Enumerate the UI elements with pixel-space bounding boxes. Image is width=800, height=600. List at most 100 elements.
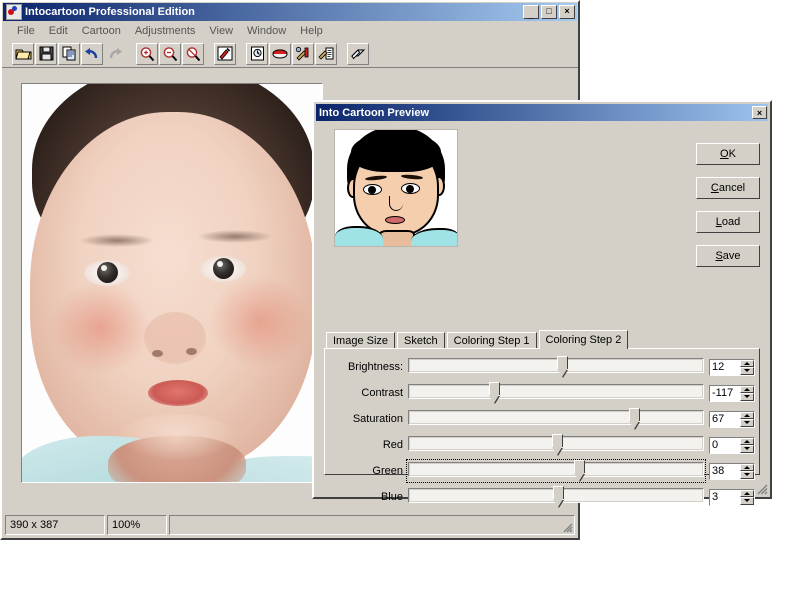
main-window-titlebar[interactable]: Intocartoon Professional Edition _ □ × (3, 3, 577, 21)
brightness-slider[interactable] (408, 356, 704, 378)
contrast-thumb[interactable] (489, 382, 501, 403)
saturation-track[interactable] (408, 410, 704, 425)
contrast-slider[interactable] (408, 382, 704, 404)
dialog-resize-grip-icon[interactable] (755, 482, 768, 495)
slider-row-contrast: Contrast -117 (329, 381, 755, 405)
tab-sketch[interactable]: Sketch (397, 332, 445, 349)
brightness-track[interactable] (408, 358, 704, 373)
saturation-value-field[interactable]: 67 (709, 410, 755, 428)
red-spinner[interactable] (740, 437, 754, 453)
cartoon-preview-image (335, 130, 457, 246)
cancel-button[interactable]: Cancel (696, 177, 760, 199)
slider-row-blue: Blue 3 (329, 485, 755, 509)
spinner-down-icon[interactable] (740, 471, 754, 479)
contrast-value: -117 (710, 385, 740, 401)
red-value-field[interactable]: 0 (709, 436, 755, 454)
red-slider[interactable] (408, 434, 704, 456)
app-title: Intocartoon Professional Edition (25, 6, 195, 18)
preview-nose (389, 196, 403, 211)
menu-help[interactable]: Help (293, 24, 330, 38)
saturation-thumb[interactable] (628, 408, 640, 429)
contrast-value-field[interactable]: -117 (709, 384, 755, 402)
load-button[interactable]: Load (696, 211, 760, 233)
tab-page-coloring-step-2: Brightness: 12 Contrast -117 Saturation … (324, 348, 760, 507)
saturation-slider[interactable] (408, 408, 704, 430)
menu-edit[interactable]: Edit (42, 24, 75, 38)
open-icon[interactable] (12, 42, 34, 65)
dialog-close-button[interactable]: × (752, 106, 767, 119)
spinner-up-icon[interactable] (740, 411, 754, 419)
batch-clock-icon[interactable] (246, 42, 268, 65)
green-spinner[interactable] (740, 463, 754, 479)
dialog-body: OK Cancel Load Save Image Size Sketch Co… (318, 123, 766, 507)
photo-cheek-right (208, 274, 312, 370)
dialog-titlebar[interactable]: Into Cartoon Preview × (316, 104, 768, 121)
brightness-thumb[interactable] (557, 356, 569, 377)
contrast-track[interactable] (408, 384, 704, 399)
photo-brow-right (198, 230, 272, 243)
blue-value-field[interactable]: 3 (709, 488, 755, 506)
green-thumb[interactable] (573, 460, 585, 481)
app-logo-icon[interactable] (6, 4, 22, 20)
spinner-down-icon[interactable] (740, 419, 754, 427)
resize-grip-icon[interactable] (561, 521, 573, 533)
status-bar: 390 x 387 100% (5, 515, 575, 535)
save-icon[interactable] (35, 42, 57, 65)
preview-pupil-left (368, 186, 376, 194)
spinner-down-icon[interactable] (740, 497, 754, 505)
blue-slider[interactable] (408, 486, 704, 508)
maximize-button[interactable]: □ (541, 5, 557, 19)
photo-frame[interactable] (21, 83, 323, 483)
cartoon-brush-icon[interactable] (214, 42, 236, 65)
status-image-size: 390 x 387 (5, 515, 105, 535)
spinner-down-icon[interactable] (740, 393, 754, 401)
red-label: Red (382, 439, 403, 451)
minimize-icon: _ (528, 9, 534, 20)
spinner-up-icon[interactable] (740, 437, 754, 445)
close-button[interactable]: × (559, 5, 575, 19)
minimize-button[interactable]: _ (523, 5, 539, 19)
preview-shirt-right (411, 228, 457, 246)
spinner-up-icon[interactable] (740, 489, 754, 497)
preview-mouth (385, 216, 405, 224)
blue-spinner[interactable] (740, 489, 754, 505)
undo-icon[interactable] (81, 42, 103, 65)
tools-icon[interactable] (292, 42, 314, 65)
zoom-in-icon[interactable] (136, 42, 158, 65)
tab-coloring-step-1[interactable]: Coloring Step 1 (446, 332, 537, 349)
print-icon[interactable] (269, 42, 291, 65)
zoom-reset-icon[interactable] (182, 42, 204, 65)
green-value-field[interactable]: 38 (709, 462, 755, 480)
contrast-spinner[interactable] (740, 385, 754, 401)
spinner-up-icon[interactable] (740, 385, 754, 393)
green-value: 38 (710, 463, 740, 479)
spinner-up-icon[interactable] (740, 359, 754, 367)
menu-window[interactable]: Window (240, 24, 293, 38)
tab-coloring-step-2[interactable]: Coloring Step 2 (538, 330, 629, 349)
settings-list-icon[interactable] (315, 42, 337, 65)
saturation-spinner[interactable] (740, 411, 754, 427)
cartoon-preview-frame[interactable] (334, 129, 458, 247)
copy-icon[interactable] (58, 42, 80, 65)
menu-bar: File Edit Cartoon Adjustments View Windo… (2, 22, 578, 40)
toolbar (2, 40, 578, 68)
ok-button[interactable]: OK (696, 143, 760, 165)
menu-view[interactable]: View (202, 24, 240, 38)
eraser-icon[interactable] (347, 42, 369, 65)
spinner-down-icon[interactable] (740, 367, 754, 375)
source-photo (22, 84, 322, 482)
spinner-up-icon[interactable] (740, 463, 754, 471)
tab-image-size[interactable]: Image Size (326, 332, 396, 349)
green-slider[interactable] (406, 459, 706, 483)
red-thumb[interactable] (551, 434, 563, 455)
green-track[interactable] (408, 462, 704, 477)
spinner-down-icon[interactable] (740, 445, 754, 453)
menu-file[interactable]: File (10, 24, 42, 38)
zoom-out-icon[interactable] (159, 42, 181, 65)
brightness-value-field[interactable]: 12 (709, 358, 755, 376)
menu-adjustments[interactable]: Adjustments (128, 24, 203, 38)
brightness-spinner[interactable] (740, 359, 754, 375)
save-button[interactable]: Save (696, 245, 760, 267)
blue-thumb[interactable] (553, 486, 565, 507)
menu-cartoon[interactable]: Cartoon (75, 24, 128, 38)
